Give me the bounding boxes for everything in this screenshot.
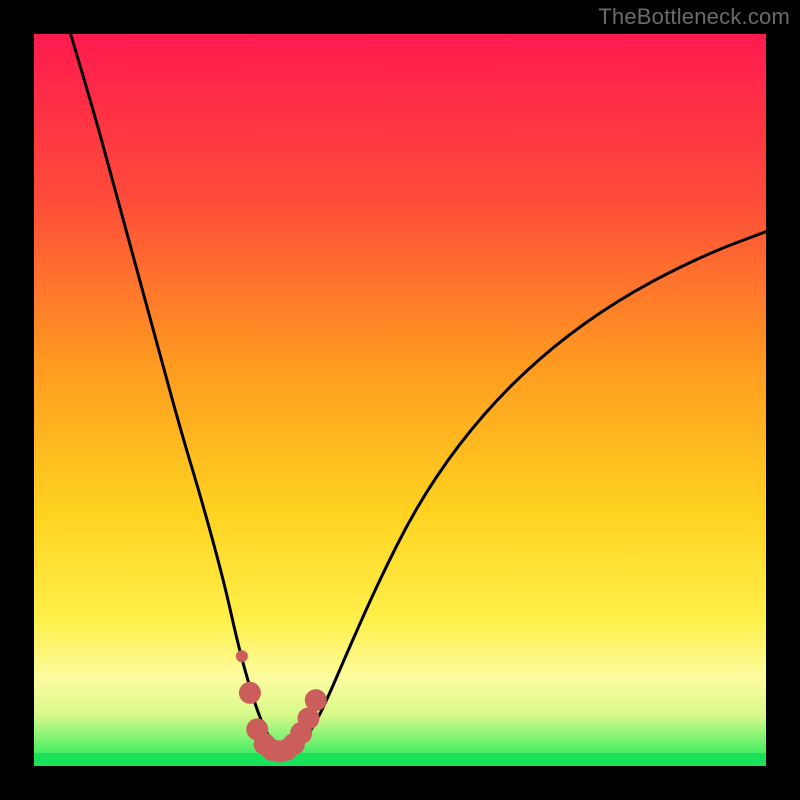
plot-area — [34, 34, 766, 766]
marker-dot — [239, 682, 261, 704]
gradient-background — [34, 34, 766, 766]
baseline-green-band — [34, 753, 766, 766]
plot-svg — [34, 34, 766, 766]
chart-frame: TheBottleneck.com — [0, 0, 800, 800]
marker-dot-small — [236, 650, 248, 662]
watermark-text: TheBottleneck.com — [598, 4, 790, 30]
marker-dot — [305, 689, 327, 711]
